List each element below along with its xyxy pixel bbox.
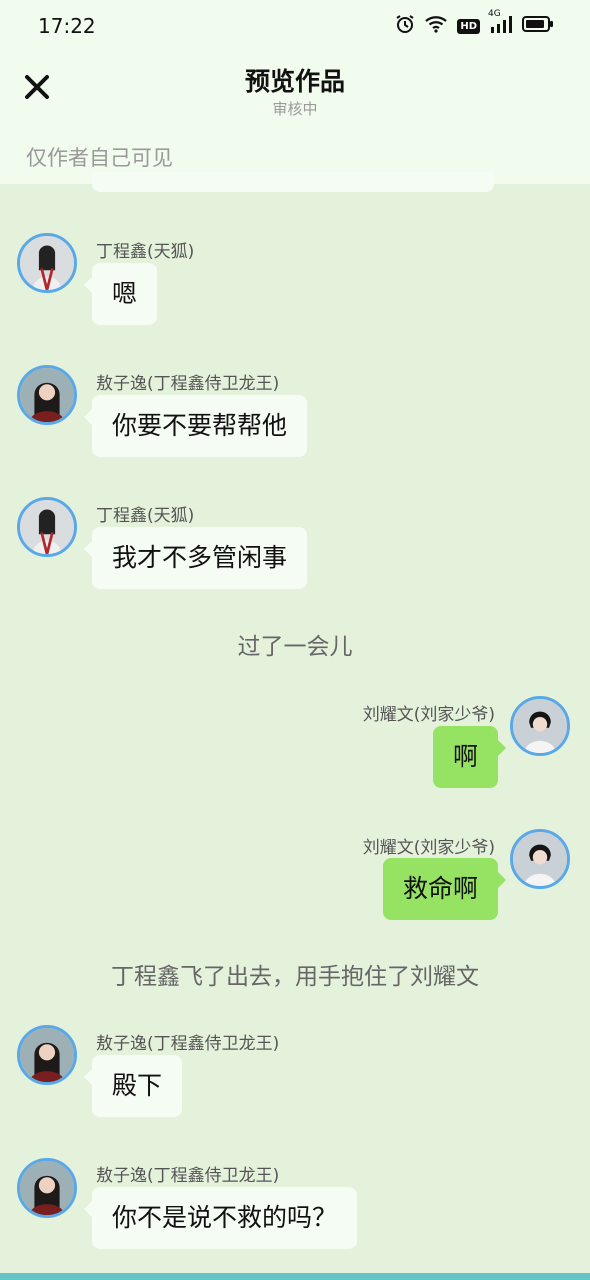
wifi-icon: [425, 15, 448, 37]
alarm-icon: [395, 14, 415, 38]
status-bar: 17:22 HD 4G: [0, 0, 590, 52]
azy-avatar[interactable]: [17, 1158, 77, 1218]
sender-name: 敖子逸(丁程鑫侍卫龙王): [96, 1034, 280, 1054]
lyw-avatar[interactable]: [510, 829, 570, 889]
network-label: 4G: [488, 9, 501, 19]
sender-name: 敖子逸(丁程鑫侍卫龙王): [96, 374, 280, 394]
sender-name: 刘耀文(刘家少爷): [362, 705, 495, 725]
message-bubble[interactable]: 我才不多管闲事: [83, 527, 308, 589]
review-status: 审核中: [272, 100, 318, 118]
sender-name: 丁程鑫(天狐): [96, 242, 195, 262]
hd-icon: HD: [457, 18, 480, 34]
status-icons: HD 4G: [395, 9, 554, 38]
bottom-accent-bar: [0, 1273, 590, 1280]
narration-text: 丁程鑫飞了出去，用手抱住了刘耀文: [111, 964, 479, 990]
sender-name: 敖子逸(丁程鑫侍卫龙王): [96, 1166, 280, 1186]
page-title: 预览作品: [244, 67, 345, 96]
azy-avatar[interactable]: [17, 1025, 77, 1085]
preview-header: 预览作品 审核中 仅作者自己可见: [0, 52, 590, 184]
sender-name: 刘耀文(刘家少爷): [362, 838, 495, 858]
sender-name: 丁程鑫(天狐): [96, 506, 195, 526]
cut-off-bubble: [92, 172, 494, 192]
narration-text: 过了一会儿: [237, 634, 353, 660]
dcx-avatar[interactable]: [17, 233, 77, 293]
message-bubble[interactable]: 你要不要帮帮他: [83, 395, 308, 457]
azy-avatar[interactable]: [17, 365, 77, 425]
visibility-note: 仅作者自己可见: [26, 146, 173, 170]
status-time: 17:22: [38, 14, 96, 38]
message-bubble[interactable]: 救命啊: [382, 858, 507, 920]
message-bubble[interactable]: 你不是说不救的吗？: [83, 1187, 358, 1249]
message-bubble[interactable]: 殿下: [83, 1055, 183, 1117]
message-bubble[interactable]: 嗯: [83, 263, 158, 325]
lyw-avatar[interactable]: [510, 696, 570, 756]
battery-icon: [522, 15, 554, 37]
message-bubble[interactable]: 啊: [432, 726, 507, 788]
dcx-avatar[interactable]: [17, 497, 77, 557]
signal-icon: 4G: [488, 9, 512, 37]
